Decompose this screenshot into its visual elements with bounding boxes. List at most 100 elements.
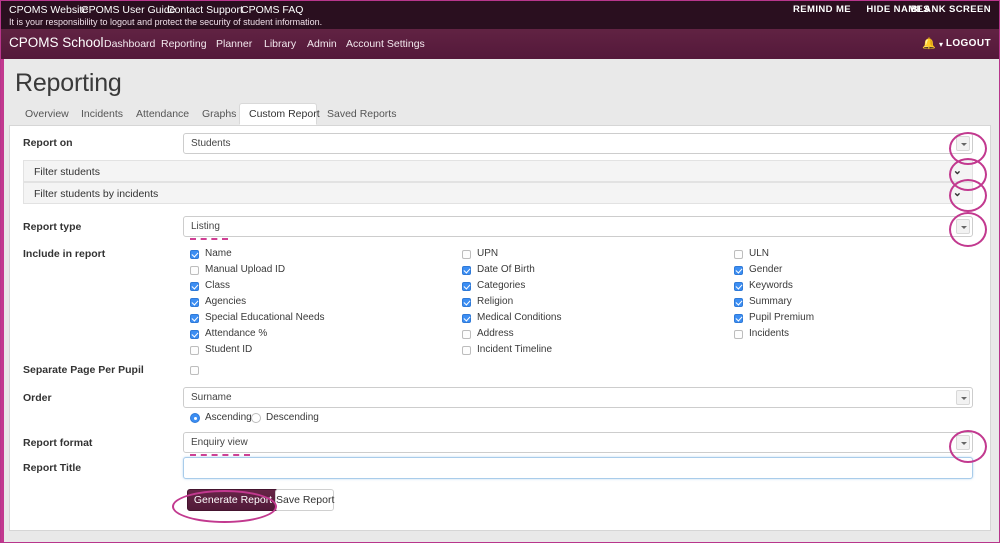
- checkbox-label: Student ID: [205, 344, 253, 355]
- report-format-highlight-underline: [190, 454, 250, 456]
- checkbox-label: Incident Timeline: [477, 344, 553, 355]
- chevron-down-icon[interactable]: [956, 435, 970, 450]
- tab-incidents[interactable]: Incidents: [71, 103, 126, 125]
- remind-me-button[interactable]: REMIND ME: [793, 4, 851, 15]
- checkbox-label: Date Of Birth: [477, 264, 535, 275]
- page-body: Reporting Overview Incidents Attendance …: [1, 59, 999, 542]
- checkbox-label: Religion: [477, 296, 514, 307]
- checkbox-box[interactable]: [734, 266, 743, 275]
- bell-icon[interactable]: 🔔 ▾: [922, 37, 943, 50]
- checkbox-label: Class: [205, 280, 231, 291]
- checkbox-box[interactable]: [462, 346, 471, 355]
- checkbox-box[interactable]: [734, 330, 743, 339]
- report-type-select[interactable]: Listing: [183, 216, 973, 237]
- nav-item-reporting[interactable]: Reporting: [161, 38, 207, 50]
- checkbox-label: Attendance %: [205, 328, 268, 339]
- nav-item-dashboard[interactable]: Dashboard: [104, 38, 155, 50]
- checkbox-label: Incidents: [749, 328, 790, 339]
- page-title: Reporting: [15, 69, 122, 97]
- filter-students-row[interactable]: Filter students ⌄: [23, 160, 973, 182]
- checkbox-label: Gender: [749, 264, 783, 275]
- nav-item-account-settings[interactable]: Account Settings: [346, 38, 425, 50]
- checkbox-label: Medical Conditions: [477, 312, 562, 323]
- checkbox-box[interactable]: [734, 298, 743, 307]
- checkbox-label: Pupil Premium: [749, 312, 815, 323]
- report-format-select[interactable]: Enquiry view: [183, 432, 973, 453]
- radio-descending-button[interactable]: [251, 413, 261, 423]
- checkbox-box[interactable]: [190, 314, 199, 323]
- checkbox-box[interactable]: [462, 250, 471, 259]
- report-type-value: Listing: [191, 221, 220, 232]
- checkbox-box[interactable]: [190, 266, 199, 275]
- checkbox-label: ULN: [749, 248, 770, 259]
- security-notice: It is your responsibility to logout and …: [9, 17, 323, 27]
- label-report-type: Report type: [23, 221, 82, 233]
- chevron-down-icon[interactable]: [956, 219, 970, 234]
- label-report-format: Report format: [23, 437, 93, 449]
- filter-students-label: Filter students: [34, 166, 100, 178]
- checkbox-box[interactable]: [190, 366, 199, 375]
- checkbox-box[interactable]: [462, 314, 471, 323]
- checkbox-box[interactable]: [734, 250, 743, 259]
- tab-saved-reports[interactable]: Saved Reports: [317, 103, 396, 125]
- report-title-input[interactable]: [183, 457, 973, 479]
- checkbox-box[interactable]: [462, 282, 471, 291]
- filter-students-by-incidents-row[interactable]: Filter students by incidents ⌄: [23, 182, 973, 204]
- checkbox-box[interactable]: [734, 282, 743, 291]
- checkbox-box[interactable]: [190, 250, 199, 259]
- checkbox-box[interactable]: [190, 346, 199, 355]
- checkbox-label: Manual Upload ID: [205, 264, 286, 275]
- radio-descending-label[interactable]: Descending: [266, 412, 319, 423]
- save-report-button[interactable]: Save Report: [275, 489, 334, 511]
- chevron-down-icon[interactable]: ⌄: [953, 165, 962, 178]
- nav-item-planner[interactable]: Planner: [216, 38, 252, 50]
- link-cpoms-faq[interactable]: CPOMS FAQ: [241, 3, 303, 17]
- link-cpoms-user-guide[interactable]: CPOMS User Guide: [81, 3, 176, 17]
- chevron-down-icon: ▾: [938, 40, 943, 49]
- checkbox-box[interactable]: [190, 330, 199, 339]
- logout-button[interactable]: LOGOUT: [946, 38, 991, 49]
- label-order: Order: [23, 392, 52, 404]
- filter-students-by-incidents-label: Filter students by incidents: [34, 188, 159, 200]
- chevron-down-icon[interactable]: ⌄: [953, 187, 962, 200]
- nav-item-admin[interactable]: Admin: [307, 38, 337, 50]
- checkbox-box[interactable]: [462, 298, 471, 307]
- link-contact-support[interactable]: Contact Support: [167, 3, 243, 17]
- checkbox-box[interactable]: [734, 314, 743, 323]
- brand-title[interactable]: CPOMS School: [9, 35, 104, 50]
- app-window: CPOMS Website CPOMS User Guide Contact S…: [0, 0, 1000, 543]
- checkbox-label: Name: [205, 248, 232, 259]
- tab-custom-report[interactable]: Custom Report: [239, 103, 320, 125]
- radio-ascending-label[interactable]: Ascending: [205, 412, 252, 423]
- report-on-value: Students: [191, 138, 231, 149]
- left-accent-strip: [1, 59, 4, 542]
- checkbox-box[interactable]: [190, 298, 199, 307]
- checkbox-box[interactable]: [462, 266, 471, 275]
- label-include-in-report: Include in report: [23, 248, 106, 260]
- checkbox-box[interactable]: [190, 282, 199, 291]
- tab-attendance[interactable]: Attendance: [126, 103, 192, 125]
- label-separate-page-per-pupil: Separate Page Per Pupil: [23, 364, 144, 376]
- tab-overview[interactable]: Overview: [15, 103, 71, 125]
- chevron-down-icon[interactable]: [956, 136, 970, 151]
- tab-graphs[interactable]: Graphs: [192, 103, 239, 125]
- report-on-select[interactable]: Students: [183, 133, 973, 154]
- nav-item-library[interactable]: Library: [264, 38, 296, 50]
- report-type-highlight-underline: [190, 238, 228, 240]
- checkbox-box[interactable]: [462, 330, 471, 339]
- custom-report-panel: Report on Students Filter students ⌄ Fil…: [9, 125, 991, 531]
- checkbox-label: Agencies: [205, 296, 247, 307]
- checkbox-label: UPN: [477, 248, 499, 259]
- link-cpoms-website[interactable]: CPOMS Website: [9, 3, 88, 17]
- label-report-title: Report Title: [23, 462, 82, 474]
- order-select[interactable]: Surname: [183, 387, 973, 408]
- label-report-on: Report on: [23, 137, 73, 149]
- order-value: Surname: [191, 392, 232, 403]
- report-format-value: Enquiry view: [191, 437, 248, 448]
- radio-ascending-button[interactable]: [190, 413, 200, 423]
- blank-screen-button[interactable]: BLANK SCREEN: [911, 4, 991, 15]
- main-navigation: CPOMS School Dashboard Reporting Planner…: [1, 29, 999, 59]
- checkbox-label: Address: [477, 328, 514, 339]
- chevron-down-icon[interactable]: [956, 390, 970, 405]
- generate-report-button[interactable]: Generate Report: [187, 489, 279, 511]
